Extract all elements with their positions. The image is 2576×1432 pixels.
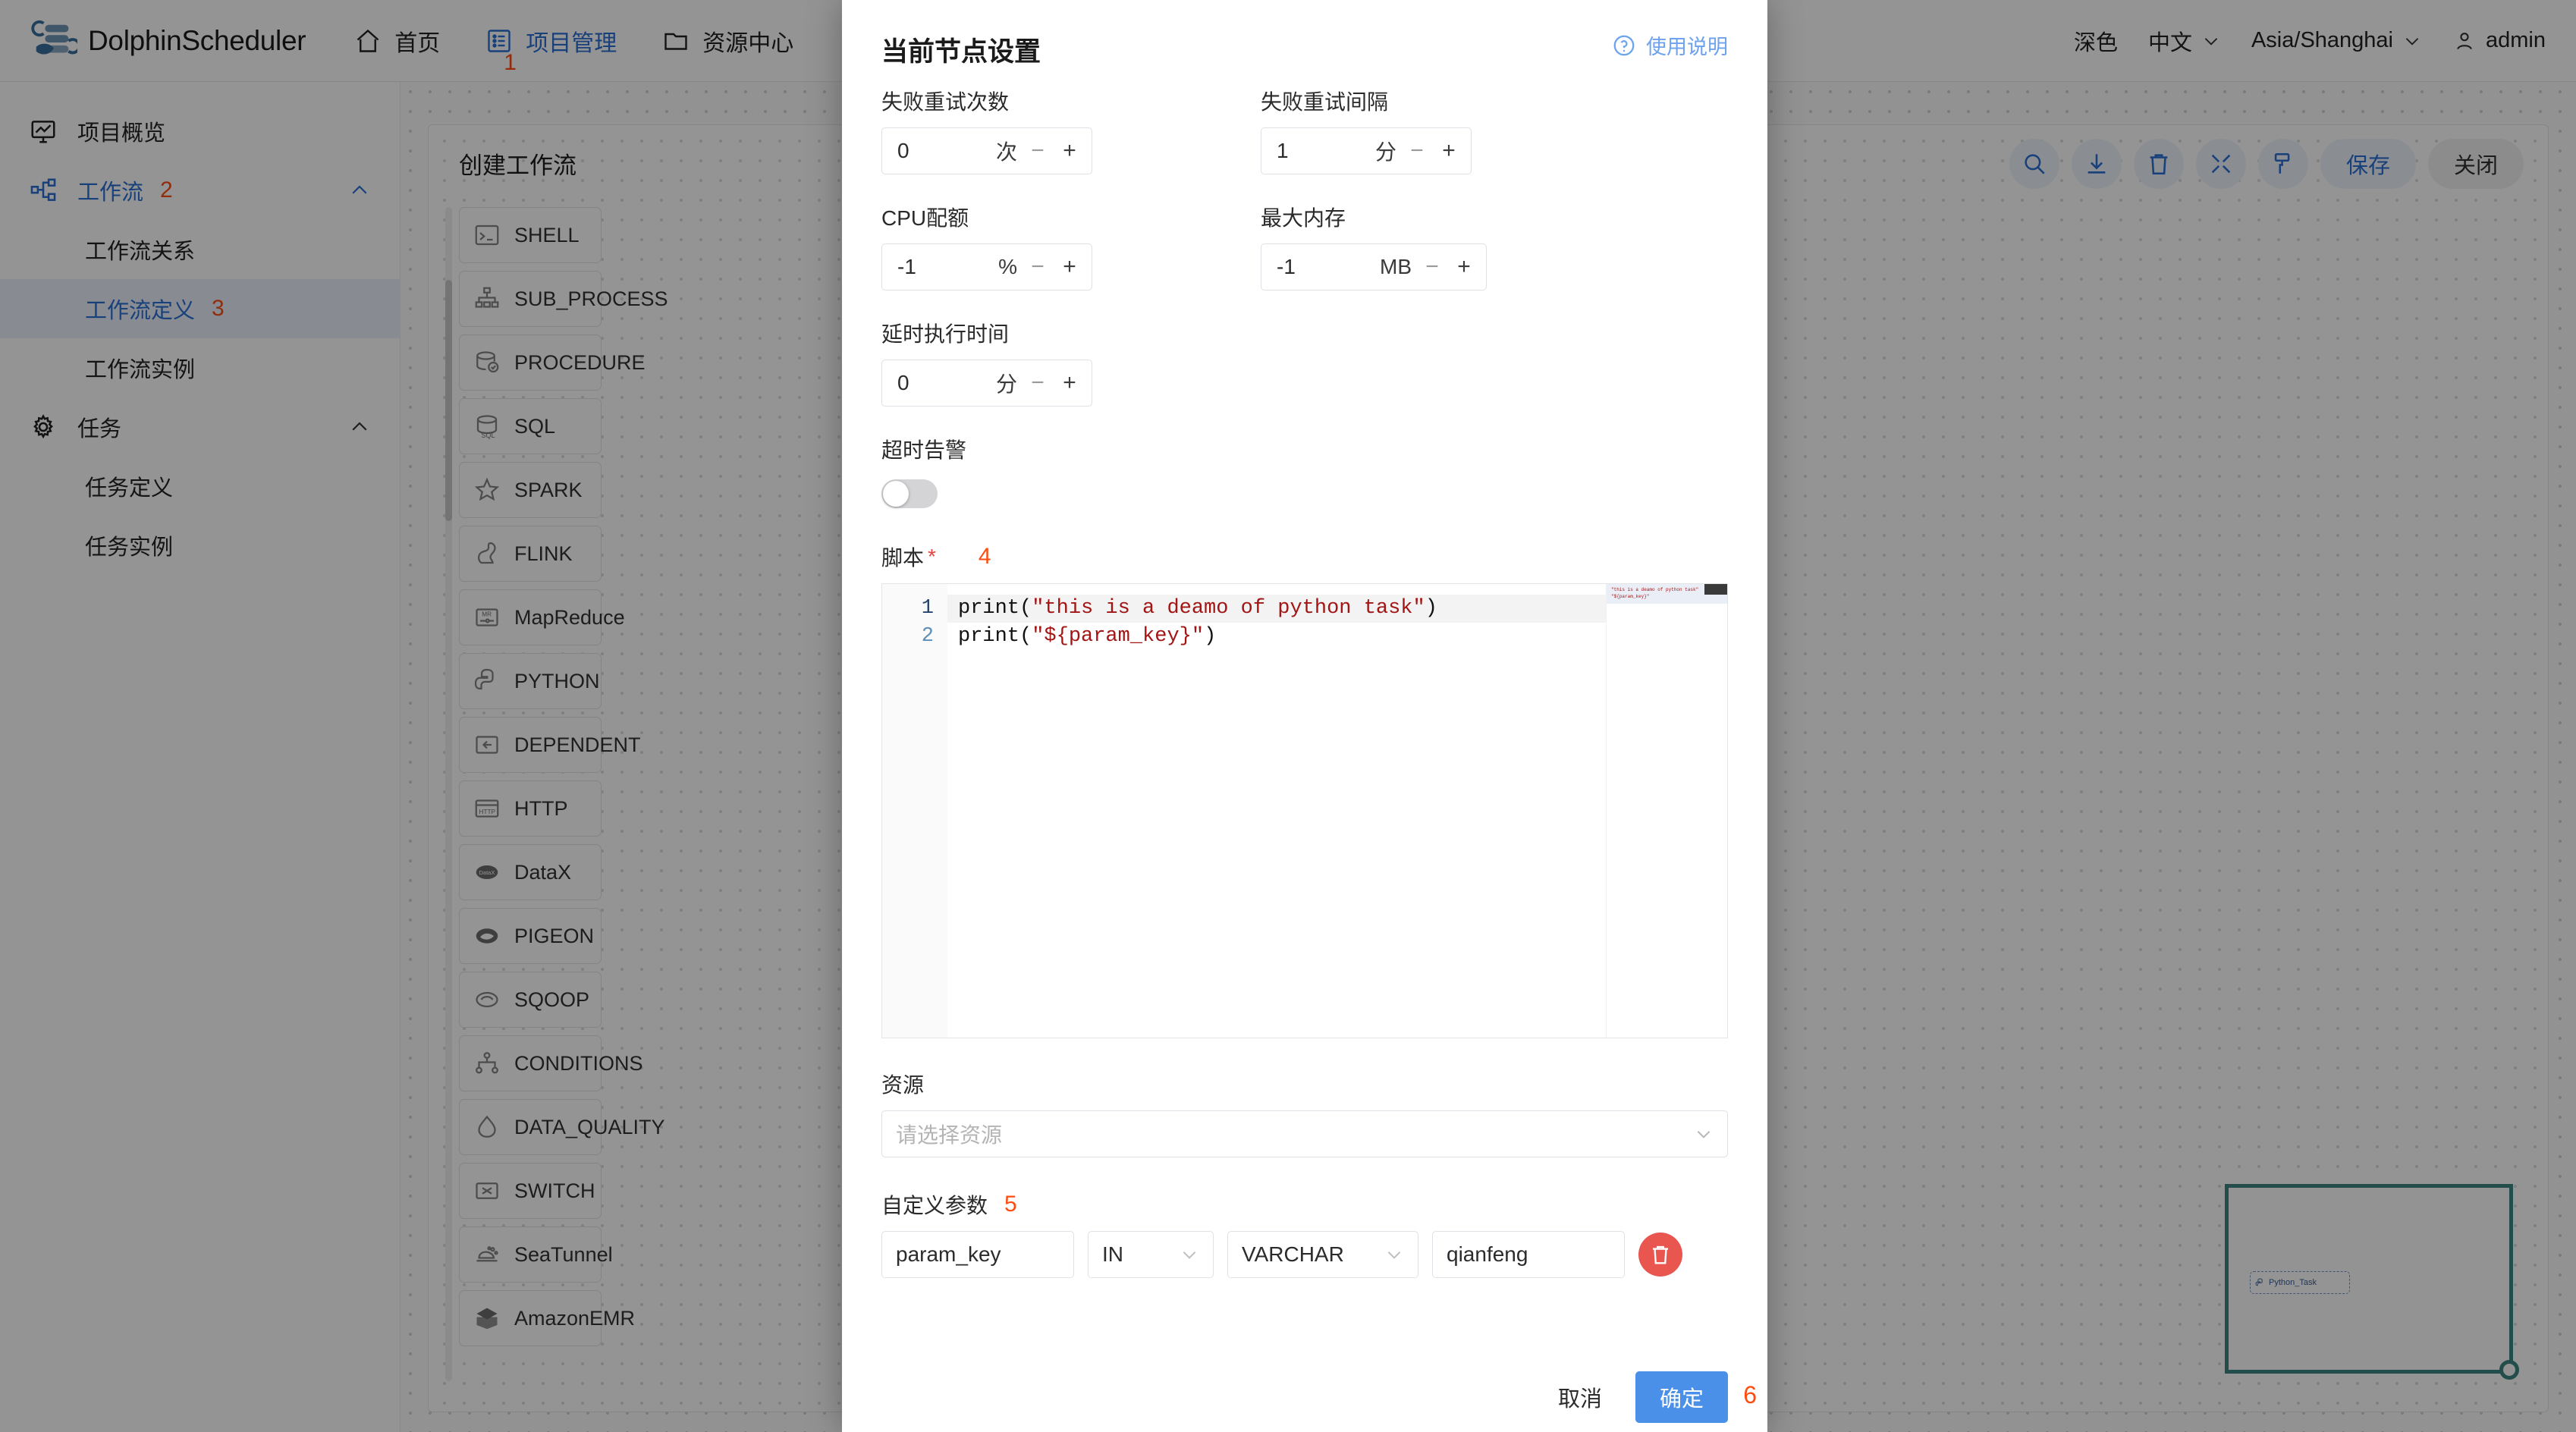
numeric-fields-grid: 失败重试次数 0 次 − + 失败重试间隔 1 分 − + CPU配额 -1 %… — [881, 86, 1728, 318]
minimap-code-line: "${param_key}" — [1611, 594, 1650, 599]
confirm-button[interactable]: 确定 — [1635, 1371, 1728, 1423]
cancel-button[interactable]: 取消 — [1546, 1374, 1614, 1421]
node-settings-modal: 当前节点设置 使用说明 失败重试次数 0 次 − + 失败重试间隔 1 分 − … — [842, 0, 1767, 1432]
code-token-string: "${param_key}" — [1032, 625, 1205, 648]
delay-time-unit: 分 — [995, 372, 1017, 396]
label-custom-params-text: 自定义参数 — [881, 1194, 988, 1217]
param-type-value: VARCHAR — [1242, 1242, 1344, 1266]
label-delay-time: 延时执行时间 — [881, 322, 1010, 346]
cpu-quota-increment[interactable]: + — [1058, 254, 1081, 280]
retry-times-increment[interactable]: + — [1058, 138, 1081, 164]
modal-body: 失败重试次数 0 次 − + 失败重试间隔 1 分 − + CPU配额 -1 %… — [842, 86, 1767, 1432]
retry-interval-stepper[interactable]: 1 分 − + — [1261, 127, 1472, 174]
label-cpu-quota: CPU配额 — [881, 206, 969, 230]
retry-interval-unit: 分 — [1374, 140, 1396, 164]
field-script: 脚本 * 4 1 2 print("this is a deamo of pyt… — [881, 542, 1728, 1038]
modal-title: 当前节点设置 — [881, 37, 1041, 67]
resource-placeholder: 请选择资源 — [896, 1123, 1003, 1147]
label-script-text: 脚本 — [881, 546, 925, 570]
label-custom-params: 自定义参数 5 — [881, 1189, 1728, 1220]
label-retry-times: 失败重试次数 — [881, 90, 1010, 114]
code-token: ) — [1425, 597, 1437, 620]
max-memory-decrement[interactable]: − — [1421, 254, 1444, 280]
script-code-editor[interactable]: 1 2 print("this is a deamo of python tas… — [881, 583, 1728, 1038]
field-retry-interval: 失败重试间隔 1 分 − + — [1261, 86, 1472, 174]
line-number: 2 — [921, 625, 934, 648]
delay-time-increment[interactable]: + — [1058, 370, 1081, 396]
minimap-code-line: "this is a deamo of python task" — [1611, 587, 1699, 592]
line-number: 1 — [921, 597, 934, 620]
code-token-string: "this is a deamo of python task" — [1032, 597, 1425, 620]
field-custom-params: 自定义参数 5 param_key IN VARCHAR qianfeng — [881, 1189, 1728, 1278]
retry-times-value[interactable]: 0 — [897, 139, 987, 163]
field-cpu-quota: CPU配额 -1 % − + — [881, 202, 1092, 290]
code-token: ) — [1204, 625, 1217, 648]
retry-times-unit: 次 — [995, 140, 1017, 164]
annotation-4: 4 — [978, 544, 991, 569]
resource-select[interactable]: 请选择资源 — [881, 1110, 1728, 1157]
label-max-memory: 最大内存 — [1261, 206, 1346, 230]
field-delay-time: 延时执行时间 0 分 − + — [881, 318, 1728, 407]
label-resource: 资源 — [881, 1073, 925, 1097]
retry-times-decrement[interactable]: − — [1026, 138, 1049, 164]
chevron-down-icon — [1697, 1131, 1711, 1138]
editor-gutter: 1 2 — [882, 584, 947, 1038]
field-max-memory: 最大内存 -1 MB − + — [1261, 202, 1487, 290]
annotation-5: 5 — [1004, 1192, 1017, 1217]
param-direction-select[interactable]: IN — [1088, 1231, 1214, 1278]
field-timeout-alarm: 超时告警 — [881, 434, 1728, 508]
retry-interval-decrement[interactable]: − — [1406, 138, 1428, 164]
param-direction-value: IN — [1102, 1242, 1123, 1266]
cpu-quota-unit: % — [998, 255, 1017, 278]
field-resource: 资源 请选择资源 — [881, 1069, 1728, 1157]
max-memory-unit: MB — [1380, 255, 1412, 278]
label-timeout-alarm: 超时告警 — [881, 438, 967, 462]
trash-icon — [1653, 1245, 1668, 1264]
retry-interval-increment[interactable]: + — [1437, 138, 1460, 164]
max-memory-increment[interactable]: + — [1453, 254, 1475, 280]
app-root: DolphinScheduler 首页 项目管理 1 资源中心 深色 中文 As… — [0, 0, 2576, 1432]
delay-time-decrement[interactable]: − — [1026, 370, 1049, 396]
help-label: 使用说明 — [1646, 36, 1728, 58]
timeout-alarm-toggle[interactable] — [881, 479, 938, 508]
max-memory-value[interactable]: -1 — [1277, 255, 1371, 279]
code-token: print( — [958, 625, 1032, 648]
cpu-quota-value[interactable]: -1 — [897, 255, 989, 279]
help-link[interactable]: 使用说明 — [1612, 30, 1728, 60]
cpu-quota-decrement[interactable]: − — [1026, 254, 1049, 280]
delay-time-stepper[interactable]: 0 分 − + — [881, 360, 1092, 407]
chevron-down-icon — [1387, 1251, 1401, 1259]
retry-interval-value[interactable]: 1 — [1277, 139, 1366, 163]
editor-scrollbar-thumb[interactable] — [1704, 584, 1727, 595]
code-token: print( — [958, 597, 1032, 620]
delay-time-value[interactable]: 0 — [897, 371, 987, 395]
field-retry-times: 失败重试次数 0 次 − + — [881, 86, 1092, 174]
toggle-knob — [883, 481, 909, 507]
param-key-input[interactable]: param_key — [881, 1231, 1074, 1278]
modal-header: 当前节点设置 使用说明 — [842, 0, 1767, 86]
label-retry-interval: 失败重试间隔 — [1261, 90, 1389, 114]
script-required-marker: * — [928, 545, 936, 568]
max-memory-stepper[interactable]: -1 MB − + — [1261, 243, 1487, 290]
label-script: 脚本 * 4 — [881, 542, 1728, 572]
param-value-input[interactable]: qianfeng — [1432, 1231, 1625, 1278]
editor-minimap[interactable]: "this is a deamo of python task" "${para… — [1606, 584, 1727, 1038]
modal-footer: 取消 确定 6 — [842, 1362, 1767, 1432]
custom-param-row: param_key IN VARCHAR qianfeng — [881, 1231, 1728, 1278]
param-type-select[interactable]: VARCHAR — [1227, 1231, 1418, 1278]
cpu-quota-stepper[interactable]: -1 % − + — [881, 243, 1092, 290]
retry-times-stepper[interactable]: 0 次 − + — [881, 127, 1092, 174]
annotation-6: 6 — [1743, 1381, 1757, 1408]
question-circle-icon — [1613, 35, 1635, 55]
chevron-down-icon — [1183, 1251, 1196, 1259]
delete-param-button[interactable] — [1638, 1233, 1682, 1277]
